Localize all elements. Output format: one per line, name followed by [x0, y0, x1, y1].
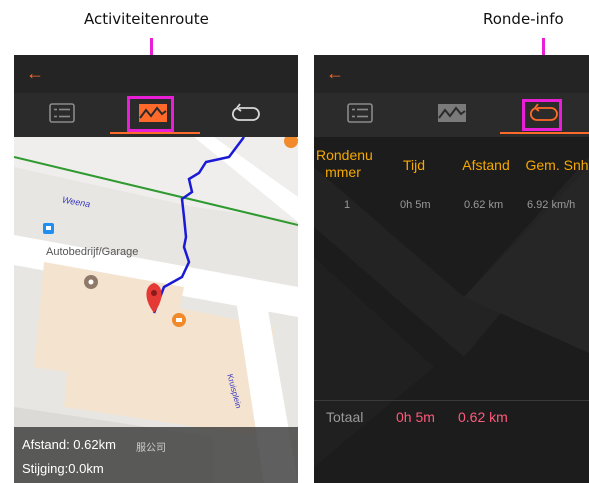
total-time: 0h 5m [396, 409, 435, 425]
total-distance: 0.62 km [458, 409, 508, 425]
tab-details[interactable] [42, 98, 82, 128]
header-distance: Afstand [462, 157, 510, 173]
top-bar: ← [314, 55, 589, 93]
map-label-fragment: 服公司 [136, 443, 166, 454]
distance-readout: Afstand: 0.62km [22, 437, 116, 452]
header-time: Tijd [402, 157, 426, 173]
list-icon [347, 103, 373, 123]
total-row: Totaal 0h 5m 0.62 km [314, 400, 589, 438]
poi-label-garage: Autobedrijf/Garage [46, 246, 139, 258]
lap-loop-icon [231, 103, 260, 121]
caption-lap-info: Ronde-info [483, 10, 564, 28]
active-tab-indicator [110, 132, 200, 134]
elevation-readout: Stijging:0.0km [22, 461, 104, 476]
lap-number-cell: 1 [344, 199, 351, 211]
screen-activity-route: ← Weena Autobedrijf/Garage Kruisplein Af… [14, 55, 298, 483]
list-icon [49, 103, 75, 123]
total-label: Totaal [326, 409, 364, 425]
header-avg-speed: Gem. Snh [525, 157, 589, 173]
tab-route[interactable] [432, 98, 472, 128]
arrow-left-icon[interactable]: ← [26, 62, 44, 84]
lap-speed-cell: 6.92 km/h [527, 199, 576, 211]
highlight-route-tab [127, 96, 174, 132]
screen-lap-info: ← Rondenu mmer Tijd Afstand Gem. Snh 1 0… [314, 55, 589, 483]
active-tab-indicator [500, 132, 589, 134]
route-map[interactable]: Weena Autobedrijf/Garage Kruisplein Afst… [14, 137, 298, 483]
highlight-laps-tab [522, 99, 562, 131]
lap-time-cell: 0h 5m [400, 199, 431, 211]
caption-activity-route: Activiteitenroute [84, 10, 209, 28]
header-lap-number: Rondenu mmer [316, 147, 373, 180]
tab-laps[interactable] [226, 98, 266, 128]
route-info-overlay: Afstand: 0.62km 服公司 Stijging:0.0km [14, 427, 298, 483]
top-bar: ← [14, 55, 298, 93]
lap-distance-cell: 0.62 km [464, 199, 504, 211]
tab-details[interactable] [340, 98, 380, 128]
arrow-left-icon[interactable]: ← [326, 62, 344, 84]
route-map-icon [438, 104, 466, 122]
